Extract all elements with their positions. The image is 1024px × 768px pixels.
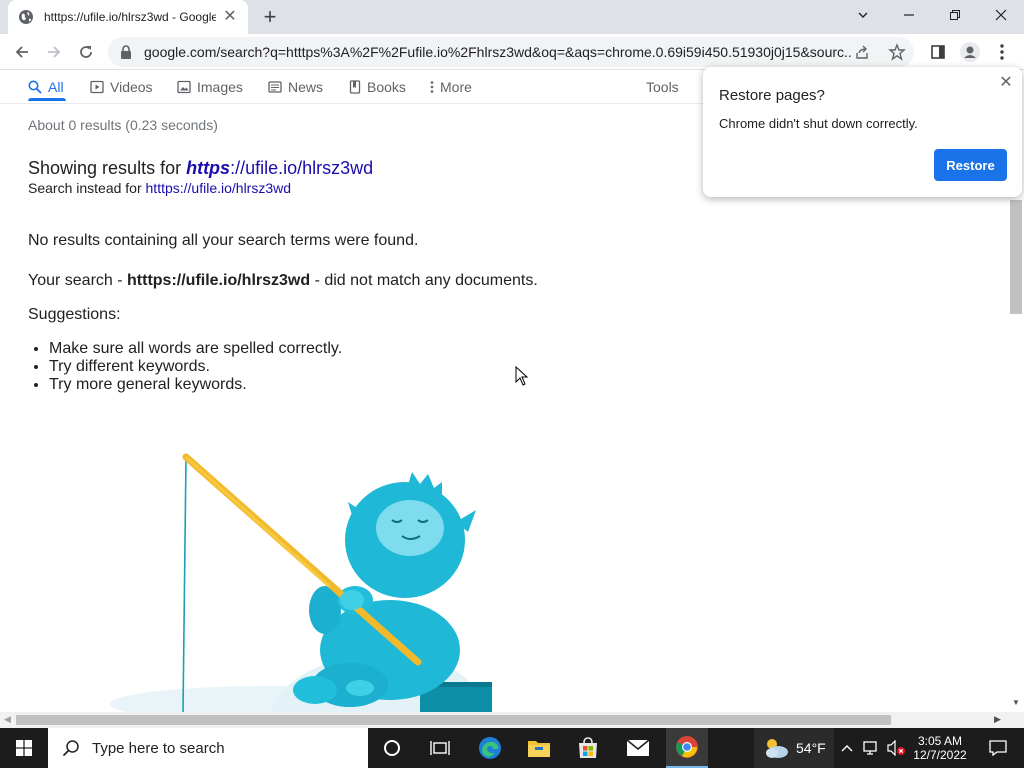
globe-icon xyxy=(18,9,34,25)
original-query-link[interactable]: htttps://ufile.io/hlrsz3wd xyxy=(146,180,292,196)
volume-muted-icon[interactable] xyxy=(884,728,908,768)
more-vertical-icon xyxy=(430,81,434,93)
vertical-scroll-thumb[interactable] xyxy=(1010,200,1022,314)
close-tab-icon[interactable]: ✕ xyxy=(222,9,238,25)
tools-button[interactable]: Tools xyxy=(646,73,679,101)
notification-icon[interactable] xyxy=(978,728,1018,768)
restore-pages-dialog: Restore pages? ✕ Chrome didn't shut down… xyxy=(703,67,1022,197)
dialog-title: Restore pages? xyxy=(719,87,825,104)
corrected-query-rest: ://ufile.io/hlrsz3wd xyxy=(230,158,374,178)
forward-button[interactable] xyxy=(42,40,66,64)
chrome-taskbar-icon[interactable] xyxy=(666,728,708,768)
search-instead: Search instead for htttps://ufile.io/hlr… xyxy=(28,180,291,196)
book-icon xyxy=(349,80,361,94)
bookmark-star-icon[interactable] xyxy=(888,43,906,61)
active-tab-indicator xyxy=(28,98,66,101)
windows-taskbar: Type here to search 54°F 3:05 AM 12/7/20… xyxy=(0,728,1024,768)
minimize-button[interactable] xyxy=(886,0,932,30)
file-explorer-icon[interactable] xyxy=(519,728,559,768)
tab-all[interactable]: All xyxy=(28,73,64,101)
tab-title: htttps://ufile.io/hlrsz3wd - Google Sear… xyxy=(44,10,216,24)
tab-books[interactable]: Books xyxy=(349,73,406,101)
tab-more-label: More xyxy=(440,79,472,95)
clock-date: 12/7/2022 xyxy=(913,748,967,762)
taskbar-search-placeholder: Type here to search xyxy=(92,739,225,757)
tab-news[interactable]: News xyxy=(268,73,323,101)
clock[interactable]: 3:05 AM 12/7/2022 xyxy=(910,728,970,768)
menu-kebab-icon[interactable] xyxy=(990,40,1014,64)
showing-prefix: Showing results for xyxy=(28,158,187,178)
tools-label: Tools xyxy=(646,79,679,95)
list-item: Make sure all words are spelled correctl… xyxy=(49,340,342,358)
tab-images[interactable]: Images xyxy=(177,73,243,101)
suggestions-list: Make sure all words are spelled correctl… xyxy=(48,340,342,394)
browser-tab[interactable]: htttps://ufile.io/hlrsz3wd - Google Sear… xyxy=(8,0,248,34)
network-icon[interactable] xyxy=(860,728,882,768)
clock-time: 3:05 AM xyxy=(917,734,963,748)
dialog-message: Chrome didn't shut down correctly. xyxy=(719,116,918,131)
tab-news-label: News xyxy=(288,79,324,95)
weather-widget[interactable]: 54°F xyxy=(754,728,834,768)
weather-temp: 54°F xyxy=(796,740,826,756)
address-bar[interactable]: google.com/search?q=htttps%3A%2F%2Fufile… xyxy=(108,37,914,67)
url-text: google.com/search?q=htttps%3A%2F%2Fufile… xyxy=(144,44,852,60)
search-icon xyxy=(62,740,79,757)
no-results-message: No results containing all your search te… xyxy=(28,232,419,249)
back-button[interactable] xyxy=(10,40,34,64)
mouse-cursor-icon xyxy=(515,366,529,386)
windows-logo-icon xyxy=(16,740,32,756)
task-view-icon[interactable] xyxy=(420,728,460,768)
scroll-left-arrow-icon[interactable]: ◀ xyxy=(4,714,11,725)
horizontal-scrollbar[interactable]: ◀ ▶ xyxy=(0,712,1024,728)
restore-button[interactable]: Restore xyxy=(934,149,1007,181)
image-icon xyxy=(177,80,191,94)
partly-cloudy-icon xyxy=(766,739,788,758)
fishing-monster-illustration xyxy=(110,453,492,712)
reload-button[interactable] xyxy=(74,40,98,64)
your-search-query: htttps://ufile.io/hlrsz3wd xyxy=(127,272,311,289)
profile-avatar[interactable] xyxy=(958,40,982,64)
video-icon xyxy=(90,80,104,94)
close-icon[interactable]: ✕ xyxy=(998,75,1014,91)
list-item: Try different keywords. xyxy=(49,358,342,376)
result-stats: About 0 results (0.23 seconds) xyxy=(28,117,218,133)
scroll-down-arrow-icon[interactable]: ▼ xyxy=(1012,698,1020,707)
new-tab-button[interactable]: + xyxy=(258,6,282,30)
share-icon[interactable] xyxy=(854,44,870,60)
tab-videos-label: Videos xyxy=(110,79,153,95)
cortana-icon[interactable] xyxy=(372,728,412,768)
scroll-right-arrow-icon[interactable]: ▶ xyxy=(994,714,1001,725)
showing-results-for: Showing results for https://ufile.io/hlr… xyxy=(28,158,373,179)
tab-more[interactable]: More xyxy=(430,73,472,101)
start-button[interactable] xyxy=(0,728,48,768)
corrected-query-bold: https xyxy=(186,158,231,178)
side-panel-icon[interactable] xyxy=(926,40,950,64)
horizontal-scroll-thumb[interactable] xyxy=(16,715,891,725)
tab-strip: htttps://ufile.io/hlrsz3wd - Google Sear… xyxy=(0,0,1024,34)
tab-search-icon[interactable] xyxy=(840,0,886,30)
microsoft-store-icon[interactable] xyxy=(568,728,608,768)
browser-toolbar: google.com/search?q=htttps%3A%2F%2Fufile… xyxy=(0,34,1024,70)
chevron-up-icon[interactable] xyxy=(838,728,856,768)
tab-images-label: Images xyxy=(197,79,243,95)
tab-books-label: Books xyxy=(367,79,406,95)
instead-prefix: Search instead for xyxy=(28,180,146,196)
tab-all-label: All xyxy=(48,79,64,95)
your-search-suffix: - did not match any documents. xyxy=(310,272,538,289)
edge-browser-icon[interactable] xyxy=(470,728,510,768)
your-search-message: Your search - htttps://ufile.io/hlrsz3wd… xyxy=(28,272,538,290)
mail-icon[interactable] xyxy=(618,728,658,768)
your-search-prefix: Your search - xyxy=(28,272,128,289)
tab-videos[interactable]: Videos xyxy=(90,73,153,101)
news-icon xyxy=(268,81,282,93)
restore-window-button[interactable] xyxy=(932,0,978,30)
taskbar-search-box[interactable]: Type here to search xyxy=(48,728,368,768)
lock-icon xyxy=(120,45,132,59)
suggestions-title: Suggestions: xyxy=(28,306,121,323)
list-item: Try more general keywords. xyxy=(49,376,342,394)
close-window-button[interactable] xyxy=(978,0,1024,30)
search-icon xyxy=(28,80,42,94)
corrected-query-link[interactable]: https://ufile.io/hlrsz3wd xyxy=(186,158,373,178)
